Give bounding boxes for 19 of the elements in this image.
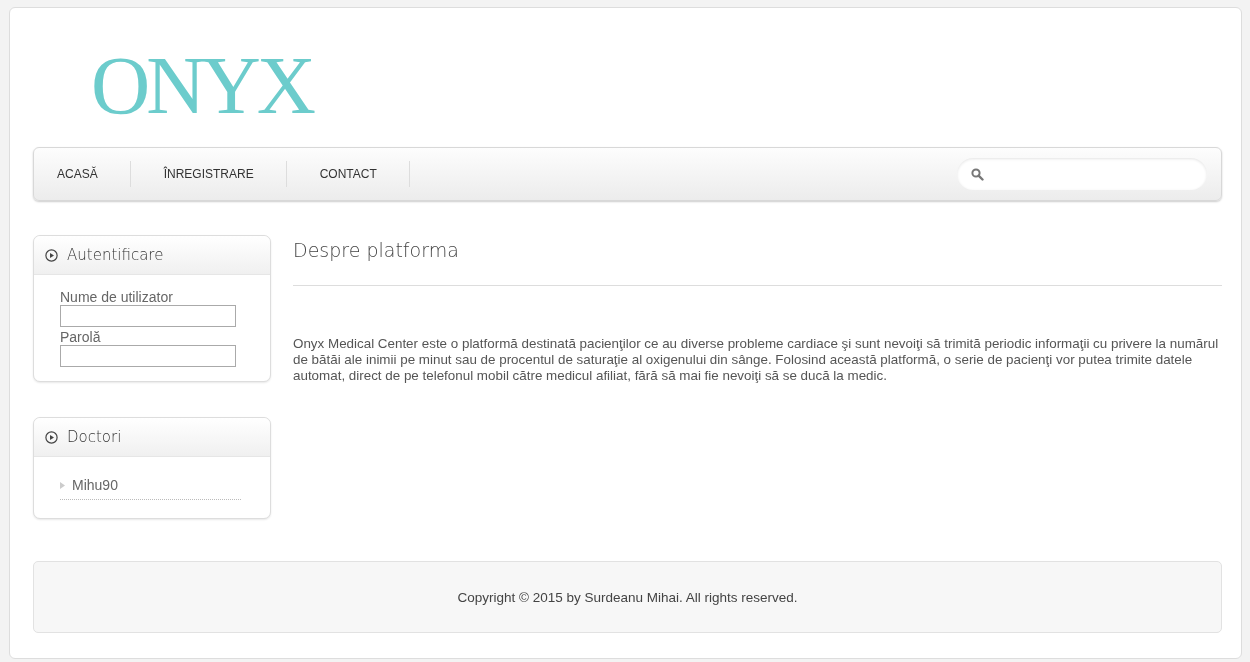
section-title: Despre platforma — [293, 239, 1222, 286]
panel-title: Doctori — [67, 428, 122, 446]
doctor-link[interactable]: Mihu90 — [72, 477, 118, 493]
play-icon — [45, 248, 58, 262]
field-label: Nume de utilizator — [60, 289, 174, 305]
nav-link[interactable]: ACASĂ — [34, 161, 131, 187]
field-label: Parolă — [60, 329, 102, 345]
search-icon — [971, 167, 984, 181]
nav-link[interactable]: ÎNREGISTRARE — [140, 161, 287, 187]
triangle-icon — [60, 481, 65, 489]
input-field[interactable] — [60, 305, 236, 327]
search-field[interactable] — [957, 158, 1207, 190]
panel-title: Autentificare — [67, 246, 164, 264]
logo: ONYX — [91, 41, 314, 133]
copyright-text: Copyright © 2015 by Surdeanu Mihai. All rights reserved. — [457, 589, 798, 605]
description-text: Onyx Medical Center este o platformă destinată pacienţilor ce au diverse probleme cardiace şi sunt nevoiţi să trimită periodic informaţii cu privere la numărul de bătăi ale inimii pe minut sau de procentul de saturaţie al oxigenului din sânge. Folosind această platformă, o serie de pacienţi vor putea trimite datele automat, direct de pe telefonul mobil către medicul afiliat, fără să mai fie nevoiţi să se ducă la medic. — [293, 336, 1220, 384]
nav-link[interactable]: CONTACT — [296, 161, 410, 187]
play-icon — [45, 430, 58, 444]
input-field[interactable] — [60, 345, 236, 367]
